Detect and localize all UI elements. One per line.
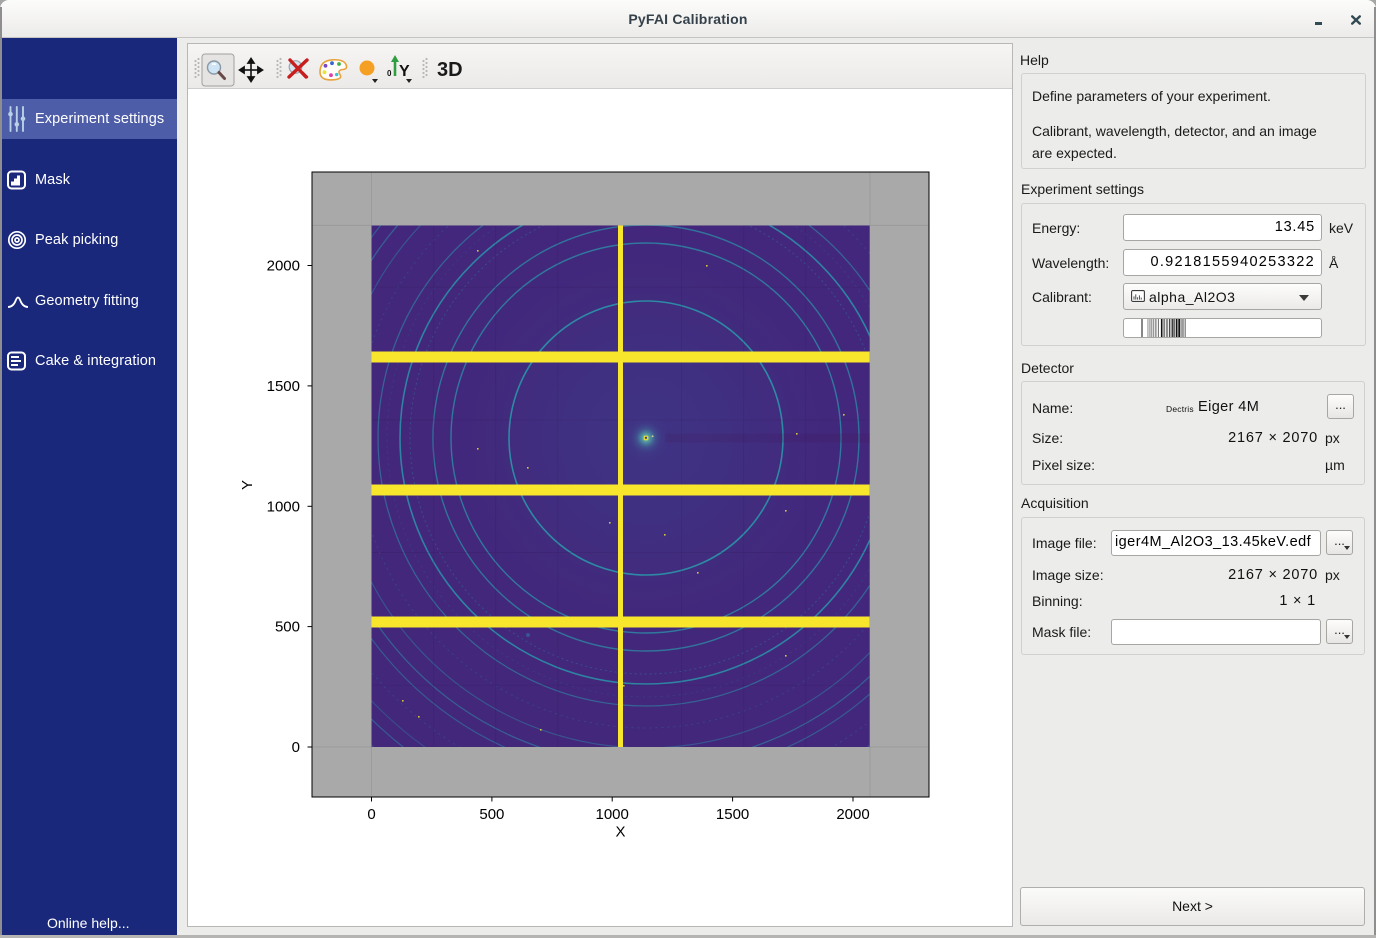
svg-text:2000: 2000	[836, 806, 869, 823]
svg-text:3D: 3D	[437, 59, 463, 81]
svg-text:0: 0	[292, 739, 300, 756]
svg-text:500: 500	[275, 619, 300, 636]
svg-text:500: 500	[479, 806, 504, 823]
svg-text:Y: Y	[239, 480, 256, 490]
svg-text:0: 0	[387, 69, 392, 78]
svg-text:1000: 1000	[596, 806, 629, 823]
svg-text:1500: 1500	[716, 806, 749, 823]
svg-text:X: X	[615, 824, 625, 841]
svg-text:1500: 1500	[267, 378, 300, 395]
svg-text:Y: Y	[399, 63, 410, 80]
svg-text:1000: 1000	[267, 498, 300, 515]
svg-text:2000: 2000	[267, 258, 300, 275]
svg-text:0: 0	[367, 806, 375, 823]
